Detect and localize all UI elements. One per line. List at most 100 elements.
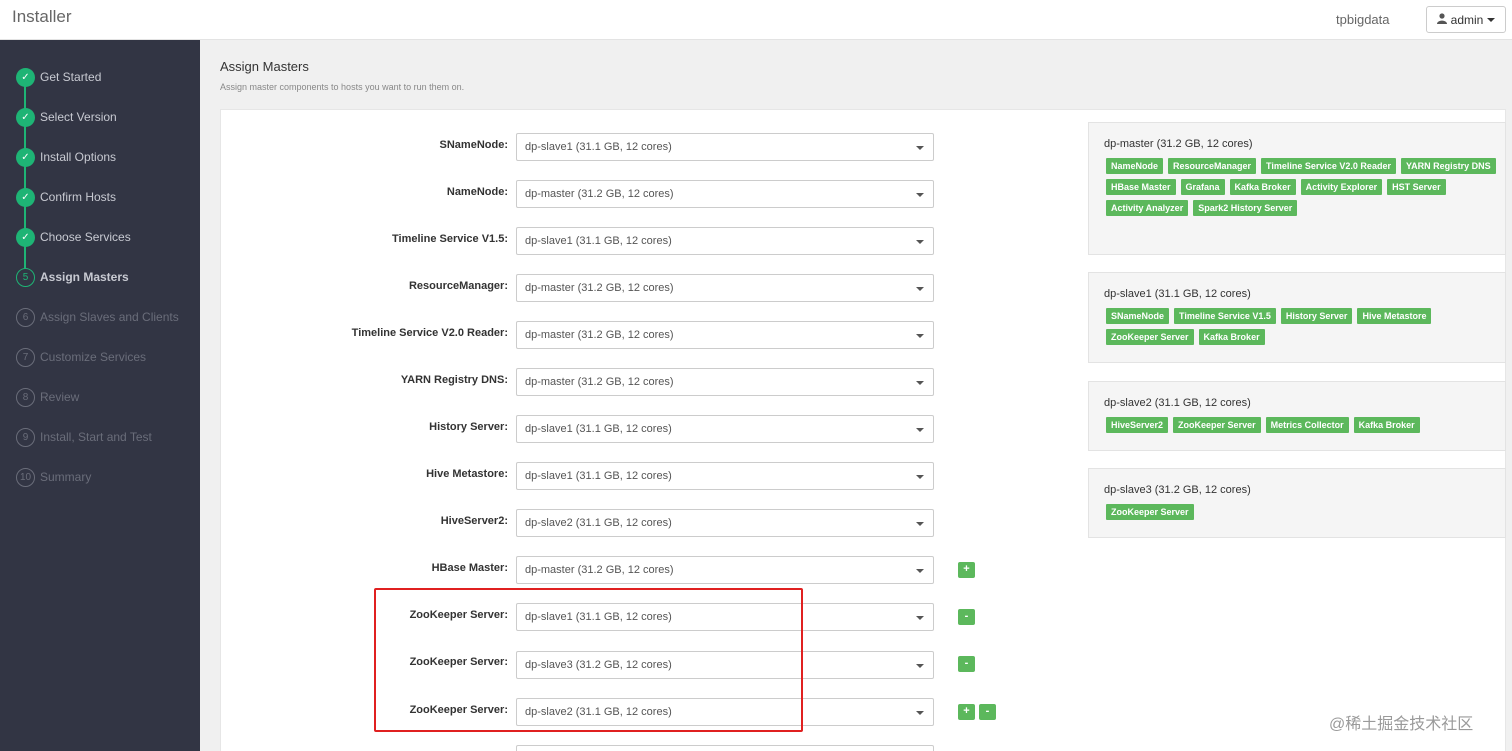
component-badge: Activity Explorer: [1300, 179, 1383, 195]
step-review: 8 Review: [16, 387, 79, 407]
selected-host: dp-slave1 (31.1 GB, 12 cores): [525, 470, 672, 482]
host-card-dp-slave1: dp-slave1 (31.1 GB, 12 cores) SNameNode …: [1088, 272, 1506, 363]
component-label: Timeline Service V2.0 Reader:: [351, 327, 508, 339]
component-badge: Hive Metastore: [1357, 308, 1432, 324]
component-badge: Metrics Collector: [1265, 417, 1349, 433]
host-select[interactable]: dp-slave2 (31.1 GB, 12 cores): [516, 509, 934, 537]
chevron-down-icon: [916, 616, 924, 620]
component-label: HiveServer2:: [440, 515, 508, 527]
host-select[interactable]: dp-master (31.2 GB, 12 cores): [516, 368, 934, 396]
step-label: Get Started: [40, 70, 102, 84]
step-number: 10: [16, 467, 35, 487]
selected-host: dp-master (31.2 GB, 12 cores): [525, 329, 674, 341]
add-zookeeper-button[interactable]: +: [958, 704, 975, 720]
chevron-down-icon: [916, 428, 924, 432]
selected-host: dp-slave1 (31.1 GB, 12 cores): [525, 235, 672, 247]
check-icon: ✓: [16, 107, 35, 127]
selected-host: dp-master (31.2 GB, 12 cores): [525, 376, 674, 388]
component-badge: Kafka Broker: [1198, 329, 1265, 345]
step-install-options[interactable]: ✓ Install Options: [16, 147, 116, 167]
chevron-down-icon: [916, 664, 924, 668]
step-confirm-hosts[interactable]: ✓ Confirm Hosts: [16, 187, 116, 207]
step-label: Summary: [40, 470, 92, 484]
step-assign-slaves: 6 Assign Slaves and Clients: [16, 307, 179, 327]
selected-host: dp-master (31.2 GB, 12 cores): [525, 282, 674, 294]
component-label: HBase Master:: [431, 562, 508, 574]
wizard-sidebar: ✓ Get Started ✓ Select Version ✓ Install…: [0, 40, 200, 751]
component-badges: NameNode ResourceManager Timeline Servic…: [1106, 158, 1496, 216]
step-label: Assign Slaves and Clients: [40, 310, 179, 324]
step-number: 5: [16, 267, 35, 287]
step-number: 7: [16, 347, 35, 367]
chevron-down-icon: [916, 146, 924, 150]
remove-zookeeper-button[interactable]: -: [958, 656, 975, 672]
component-badge: ZooKeeper Server: [1106, 329, 1194, 345]
chevron-down-icon: [916, 381, 924, 385]
component-badge: ResourceManager: [1168, 158, 1257, 174]
component-badge: Kafka Broker: [1353, 417, 1420, 433]
component-badge: History Server: [1280, 308, 1353, 324]
remove-zookeeper-button[interactable]: -: [958, 609, 975, 625]
host-name: dp-slave3 (31.2 GB, 12 cores): [1104, 484, 1251, 496]
component-badge: Activity Analyzer: [1106, 200, 1189, 216]
step-label: Install Options: [40, 150, 117, 164]
component-label: SNameNode:: [439, 139, 508, 151]
host-select[interactable]: dp-master (31.2 GB, 12 cores): [516, 274, 934, 302]
host-select[interactable]: dp-slave1 (31.1 GB, 12 cores): [516, 462, 934, 490]
component-badge: HST Server: [1387, 179, 1446, 195]
add-hbase-master-button[interactable]: +: [958, 562, 975, 578]
page-subtitle: Assign master components to hosts you wa…: [220, 82, 465, 92]
host-card-dp-slave3: dp-slave3 (31.2 GB, 12 cores) ZooKeeper …: [1088, 468, 1506, 538]
component-label: Hive Metastore:: [426, 468, 508, 480]
check-icon: ✓: [16, 147, 35, 167]
step-get-started[interactable]: ✓ Get Started: [16, 67, 101, 87]
step-select-version[interactable]: ✓ Select Version: [16, 107, 117, 127]
step-label: Install, Start and Test: [40, 430, 152, 444]
host-select[interactable]: dp-slave1 (31.1 GB, 12 cores): [516, 415, 934, 443]
page-title: Assign Masters: [220, 59, 309, 74]
host-select[interactable]: [516, 745, 934, 751]
selected-host: dp-slave2 (31.1 GB, 12 cores): [525, 517, 672, 529]
component-badge: Grafana: [1180, 179, 1225, 195]
step-label: Confirm Hosts: [40, 190, 117, 204]
component-badges: SNameNode Timeline Service V1.5 History …: [1106, 308, 1496, 345]
host-card-dp-master: dp-master (31.2 GB, 12 cores) NameNode R…: [1088, 122, 1506, 255]
host-select[interactable]: dp-slave1 (31.1 GB, 12 cores): [516, 133, 934, 161]
component-badges: ZooKeeper Server: [1106, 504, 1496, 520]
step-choose-services[interactable]: ✓ Choose Services: [16, 227, 131, 247]
component-badge: Timeline Service V2.0 Reader: [1261, 158, 1396, 174]
component-label: History Server:: [429, 421, 508, 433]
watermark: @稀土掘金技术社区: [1329, 716, 1474, 733]
host-name: dp-slave1 (31.1 GB, 12 cores): [1104, 288, 1251, 300]
step-install-start-test: 9 Install, Start and Test: [16, 427, 152, 447]
chevron-down-icon: [916, 193, 924, 197]
step-number: 6: [16, 307, 35, 327]
user-menu-button[interactable]: admin: [1426, 6, 1506, 33]
host-select[interactable]: dp-master (31.2 GB, 12 cores): [516, 180, 934, 208]
chevron-down-icon: [916, 240, 924, 244]
cluster-name: tpbigdata: [1336, 12, 1390, 27]
selected-host: dp-slave1 (31.1 GB, 12 cores): [525, 423, 672, 435]
app-title: Installer: [12, 7, 72, 26]
step-label: Assign Masters: [40, 270, 129, 284]
host-name: dp-master (31.2 GB, 12 cores): [1104, 138, 1253, 150]
top-bar: Installer tpbigdata admin: [0, 0, 1512, 40]
step-label: Choose Services: [40, 230, 131, 244]
step-customize-services: 7 Customize Services: [16, 347, 146, 367]
host-select[interactable]: dp-master (31.2 GB, 12 cores): [516, 556, 934, 584]
remove-zookeeper-button[interactable]: -: [979, 704, 996, 720]
step-assign-masters: 5 Assign Masters: [16, 267, 129, 287]
check-icon: ✓: [16, 67, 35, 87]
chevron-down-icon: [916, 475, 924, 479]
component-badges: HiveServer2 ZooKeeper Server Metrics Col…: [1106, 417, 1496, 433]
check-icon: ✓: [16, 227, 35, 247]
component-badge: Kafka Broker: [1229, 179, 1296, 195]
check-icon: ✓: [16, 187, 35, 207]
step-label: Customize Services: [40, 350, 147, 364]
selected-host: dp-slave1 (31.1 GB, 12 cores): [525, 141, 672, 153]
step-summary: 10 Summary: [16, 467, 91, 487]
host-select[interactable]: dp-master (31.2 GB, 12 cores): [516, 321, 934, 349]
host-select[interactable]: dp-slave1 (31.1 GB, 12 cores): [516, 227, 934, 255]
component-label: YARN Registry DNS:: [400, 374, 508, 386]
component-badge: ZooKeeper Server: [1173, 417, 1261, 433]
